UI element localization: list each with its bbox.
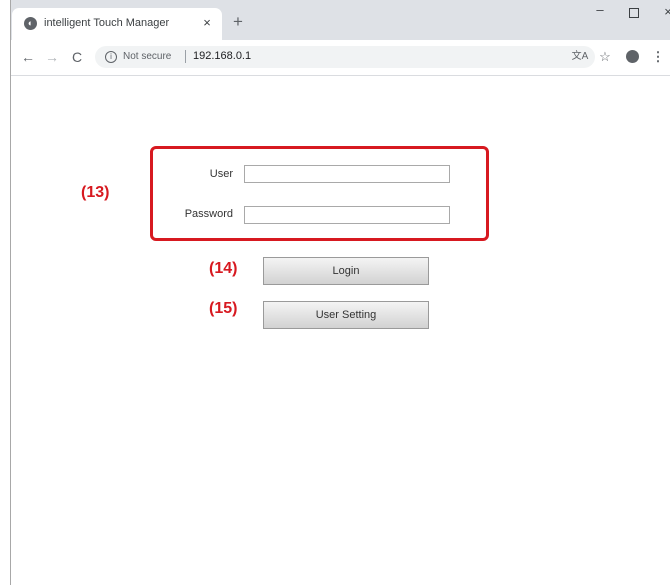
credentials-highlight (150, 146, 489, 241)
back-arrow-icon[interactable]: ← (19, 49, 37, 65)
password-label: Password (184, 208, 233, 220)
password-input[interactable] (244, 206, 450, 224)
browser-tab[interactable]: ◐ intelligent Touch Manager × (12, 8, 222, 40)
callout-15: (15) (209, 300, 238, 317)
page-content: (13) User Password (14) Login (15) User … (11, 76, 670, 585)
browser-toolbar: ← → C i Not secure 192.168.0.1 文A ☆ ⋮ (11, 40, 670, 76)
address-bar[interactable]: i Not secure 192.168.0.1 (95, 46, 595, 68)
globe-icon: ◐ (24, 17, 37, 30)
url-text[interactable]: 192.168.0.1 (193, 50, 251, 62)
security-status[interactable]: Not secure (123, 51, 171, 62)
user-setting-button[interactable]: User Setting (263, 301, 429, 329)
star-icon[interactable]: ☆ (596, 49, 614, 65)
callout-14: (14) (209, 260, 238, 277)
info-icon[interactable]: i (105, 51, 117, 63)
tab-title: intelligent Touch Manager (44, 17, 170, 29)
translate-icon[interactable]: 文A (571, 49, 589, 65)
tab-close-icon[interactable]: × (200, 15, 214, 30)
reload-icon[interactable]: C (68, 49, 86, 65)
account-icon[interactable] (623, 49, 641, 67)
forward-arrow-icon[interactable]: → (43, 49, 61, 65)
url-divider (185, 50, 186, 63)
close-window-icon[interactable]: × (657, 4, 670, 19)
menu-icon[interactable]: ⋮ (649, 49, 667, 65)
new-tab-icon[interactable]: + (233, 13, 243, 30)
minimize-icon[interactable]: – (589, 2, 611, 17)
browser-window: ◐ intelligent Touch Manager × + – × ← → … (10, 0, 670, 585)
tab-strip: ◐ intelligent Touch Manager × + – × (11, 0, 670, 40)
callout-13: (13) (81, 184, 110, 201)
user-label: User (209, 168, 233, 180)
maximize-icon[interactable] (623, 4, 645, 21)
user-input[interactable] (244, 165, 450, 183)
login-button[interactable]: Login (263, 257, 429, 285)
